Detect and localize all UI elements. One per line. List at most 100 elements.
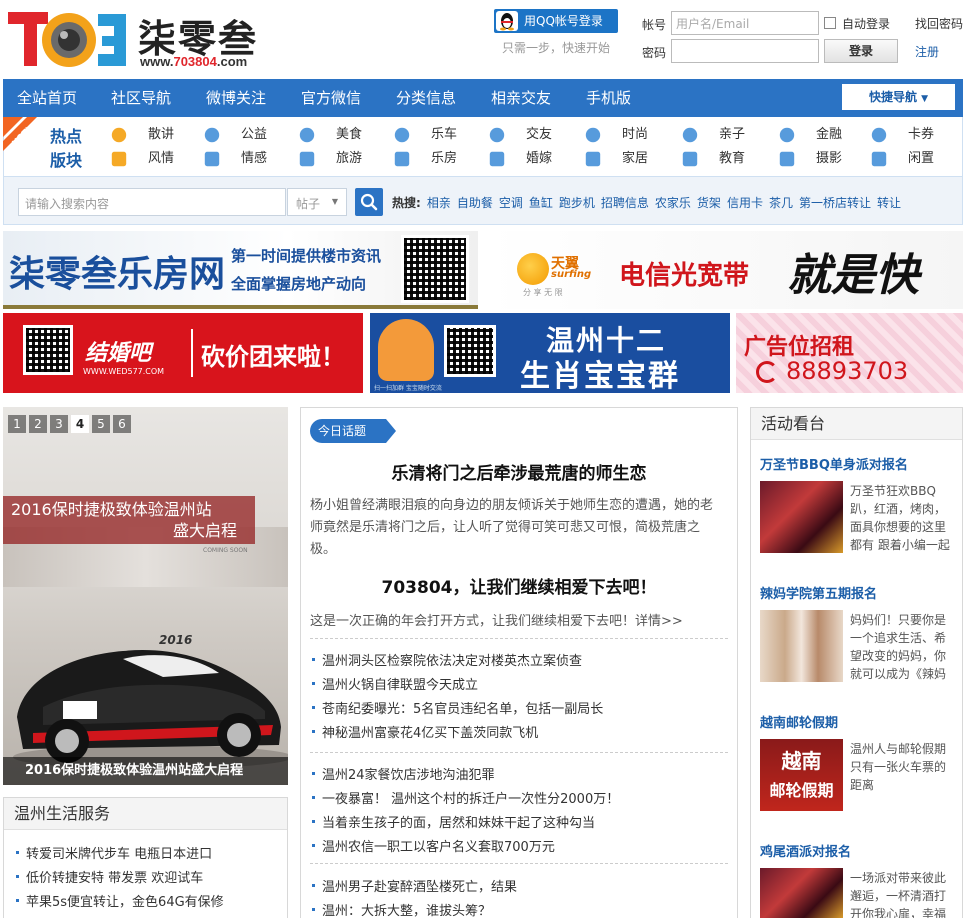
activity-item-title[interactable]: 越南邮轮假期 [760,712,838,731]
hot-section-link[interactable]: 风情 [110,148,174,170]
news-item[interactable]: 温州24家餐饮店涉地沟油犯罪 [310,764,495,783]
headline-1[interactable]: 乐清将门之后牵涉最荒唐的师生恋 [300,459,738,484]
life-item[interactable]: 转爱司米牌代步车 电瓶日本进口 [14,843,212,862]
activity-item-title[interactable]: 辣妈学院第五期报名 [760,583,877,602]
account-input[interactable]: 用户名/Email [671,11,819,35]
hot-search-keyword[interactable]: 第一桥店转让 [799,196,871,210]
banner-telecom[interactable]: 天翼 surfing 分 享 无 限 电信光宽带 就是快 [487,231,963,309]
hot-search-keyword[interactable]: 茶几 [769,196,793,210]
auto-login-label: 自动登录 [842,17,891,31]
banner-divider [3,305,478,309]
slider-page-2[interactable]: 2 [29,415,47,433]
slider-page-4[interactable]: 4 [71,415,89,433]
headline-2[interactable]: 703804，让我们继续相爱下去吧！ [300,573,738,598]
hot-search-keyword[interactable]: 农家乐 [655,196,691,210]
phone-icon [756,361,778,383]
hot-search-keyword[interactable]: 信用卡 [727,196,763,210]
activity-image[interactable] [760,610,843,682]
hot-title-line1: 热点 [50,127,83,146]
hot-section-link[interactable]: 散讲 [110,124,174,146]
search-input[interactable]: 请输入搜索内容 [18,188,286,216]
activity-item-title[interactable]: 鸡尾酒派对报名 [760,841,851,860]
banner-wedding-text: 砍价团来啦！ [201,343,345,371]
news-item[interactable]: 温州男子赴宴醉酒坠楼死亡，结果 [310,876,517,895]
banner-lefang[interactable]: 柒零叁乐房网 第一时间提供楼市资讯 全面掌握房地产动向 [3,231,478,309]
hot-section-link[interactable]: 金融 [778,124,842,146]
activity-image[interactable]: 越南 邮轮假期 [760,739,843,811]
hot-section-link[interactable]: 公益 [203,124,267,146]
search-button[interactable] [355,188,383,216]
banner-ad-rent[interactable]: 广告位招租 88893703 [736,313,963,393]
hot-search-keyword[interactable]: 转让 [877,196,901,210]
hot-search-keyword[interactable]: 招聘信息 [601,196,649,210]
hot-section-link[interactable]: 美食 [298,124,362,146]
news-item[interactable]: 一夜暴富！ 温州这个村的拆迁户一次性分2000万！ [310,788,619,807]
banner-wedding[interactable]: 结婚吧 WWW.WED577.COM 砍价团来啦！ [3,313,363,393]
hot-title: 热点 版块 [50,125,82,173]
register-link[interactable]: 注册 [915,43,939,60]
hot-section-link[interactable]: 乐车 [393,124,457,146]
hot-search-keyword[interactable]: 自助餐 [457,196,493,210]
activity-image[interactable] [760,868,843,918]
nav-weibo[interactable]: 微博关注 [206,79,266,117]
hot-search-keyword[interactable]: 相亲 [427,196,451,210]
hot-section-link[interactable]: 情感 [203,148,267,170]
hot-section-link[interactable]: 时尚 [584,124,648,146]
nav-wechat[interactable]: 官方微信 [301,79,361,117]
hot-section-link[interactable]: 摄影 [778,148,842,170]
news-item[interactable]: 温州农信一职工以客户名义套取700万元 [310,836,555,855]
hot-section-link[interactable]: 婚嫁 [488,148,552,170]
activity-item-title[interactable]: 万圣节BBQ单身派对报名 [760,454,908,473]
hot-section-link[interactable]: 旅游 [298,148,362,170]
hot-section-link[interactable]: 交友 [488,124,552,146]
search-type-select[interactable]: 帖子 ▼ [287,188,347,216]
hot-search-keyword[interactable]: 空调 [499,196,523,210]
hot-section-link[interactable]: 家居 [584,148,648,170]
news-item[interactable]: 苍南纪委曝光：5名官员违纪名单，包括一副局长 [310,698,603,717]
slider-page-6[interactable]: 6 [113,415,131,433]
slider-page-3[interactable]: 3 [50,415,68,433]
hot-section-label: 教育 [719,151,746,166]
news-slider[interactable]: COMING SOON 2016 [3,407,288,785]
hot-search-keyword[interactable]: 货架 [697,196,721,210]
hot-section-label: 风情 [148,151,175,166]
nav-dating[interactable]: 相亲交友 [491,79,551,117]
nav-home[interactable]: 全站首页 [17,79,77,117]
news-item[interactable]: 当着亲生孩子的面，居然和妹妹干起了这种勾当 [310,812,595,831]
hot-section-link[interactable]: 闲置 [870,148,934,170]
hot-section-link[interactable]: 卡券 [870,124,934,146]
nav-community[interactable]: 社区导航 [111,79,171,117]
slider-page-5[interactable]: 5 [92,415,110,433]
slider-page-1[interactable]: 1 [8,415,26,433]
banner-zodiac[interactable]: 扫一扫加群 宝宝随时交流 温州十二 生肖宝宝群 [370,313,730,393]
activity-item-text: 万圣节狂欢BBQ趴，红酒，烤肉，面具你想要的这里都有 跟着小编一起 [850,484,950,552]
slider-caption[interactable]: 2016保时捷极致体验温州站盛大启程 [3,757,288,785]
hot-search-keyword[interactable]: 鱼缸 [529,196,553,210]
life-item[interactable]: 低价转捷安特 带发票 欢迎试车 [14,867,203,886]
password-input[interactable] [671,39,819,63]
slider-banner-line2: 盛大启程 [172,521,237,540]
banner-telecom-slogan: 就是快 [787,250,919,301]
logo-url-prefix: www. [140,54,174,69]
news-item[interactable]: 温州洞头区检察院依法决定对楼英杰立案侦查 [310,650,582,669]
news-item[interactable]: 温州：大拆大整，谁拔头筹？ [310,900,491,918]
news-item[interactable]: 神秘温州富豪花4亿买下盖茨同款飞机 [310,722,538,741]
login-button[interactable]: 登录 [824,39,898,63]
hot-search-keyword[interactable]: 跑步机 [559,196,595,210]
headline-2-summary[interactable]: 这是一次正确的年会打开方式，让我们继续相爱下去吧！详情>> [310,610,683,629]
activity-image[interactable] [760,481,843,553]
hot-section-link[interactable]: 教育 [681,148,745,170]
nav-mobile[interactable]: 手机版 [586,79,631,117]
forgot-password-link[interactable]: 找回密码 [915,15,963,32]
main-nav: 全站首页 社区导航 微博关注 官方微信 分类信息 相亲交友 手机版 [3,79,963,117]
quick-nav-dropdown[interactable]: 快捷导航 ▼ [842,84,955,110]
news-item[interactable]: 温州火锅自律联盟今天成立 [310,674,478,693]
hot-section-label: 旅游 [336,151,363,166]
site-logo[interactable] [6,6,130,70]
life-item[interactable]: 苹果5s便宜转让，金色64G有保修 [14,891,224,910]
nav-classifieds[interactable]: 分类信息 [396,79,456,117]
hot-section-link[interactable]: 乐房 [393,148,457,170]
password-label: 密码 [642,46,667,60]
hot-section-link[interactable]: 亲子 [681,124,745,146]
auto-login-checkbox[interactable] [824,17,836,29]
